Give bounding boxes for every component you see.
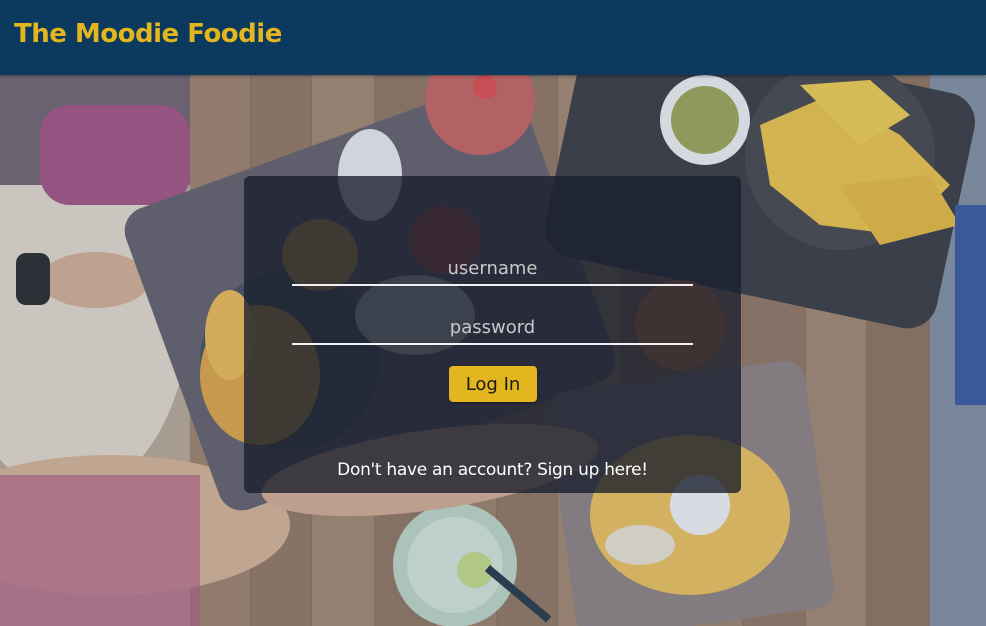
login-card: Log In Don't have an account? Sign up he… — [244, 176, 741, 493]
navbar: The Moodie Foodie — [0, 0, 986, 75]
signup-link[interactable]: Don't have an account? Sign up here! — [244, 460, 741, 480]
password-input[interactable] — [292, 311, 693, 345]
login-button[interactable]: Log In — [449, 366, 537, 402]
username-input[interactable] — [292, 252, 693, 286]
brand-logo-text[interactable]: The Moodie Foodie — [14, 19, 282, 49]
